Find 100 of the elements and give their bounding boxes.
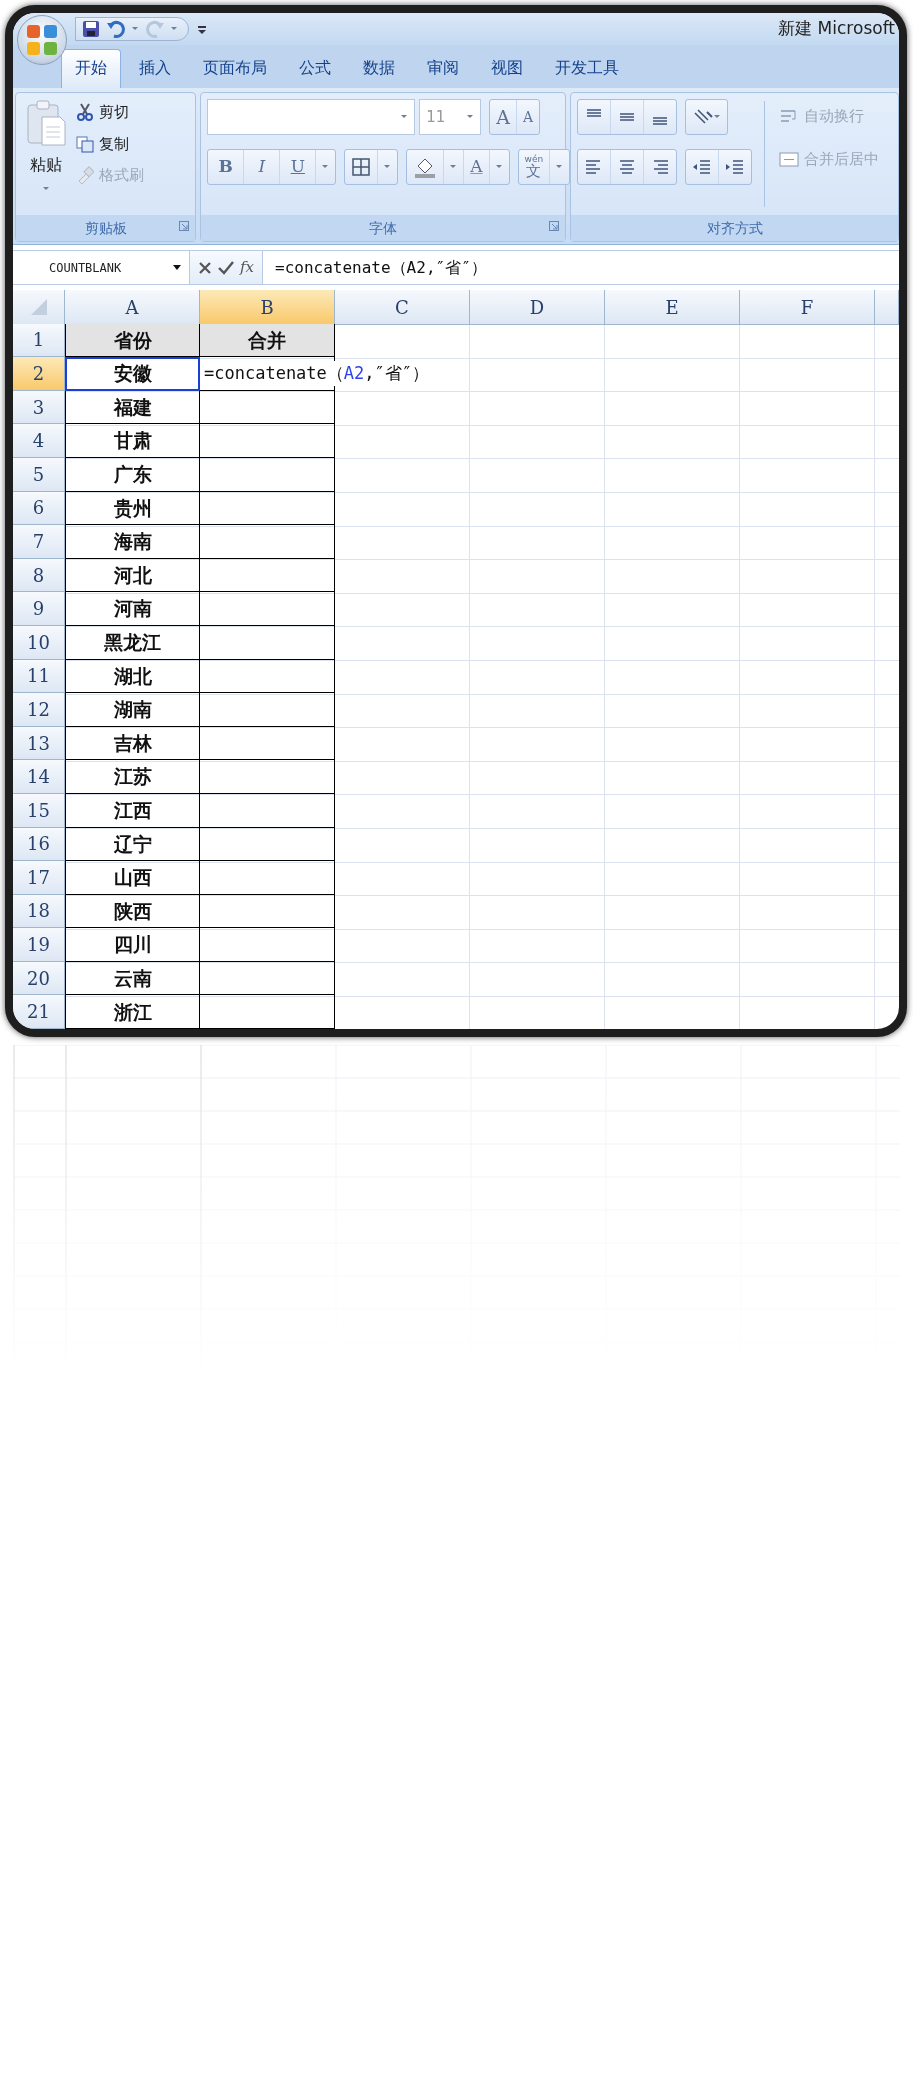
- table-cell: 省份: [65, 323, 200, 358]
- row-header[interactable]: 19: [13, 928, 65, 962]
- caret-icon: [556, 165, 564, 169]
- shrink-font-button[interactable]: A: [517, 100, 540, 134]
- table-cell: 辽宁: [65, 827, 200, 862]
- table-cell: 安徽: [65, 357, 200, 391]
- ribbon-tab[interactable]: 开始: [61, 49, 121, 88]
- fill-color-icon[interactable]: [413, 156, 438, 178]
- row-header[interactable]: 18: [13, 894, 65, 929]
- table-cell: 黑龙江: [65, 625, 200, 660]
- row-header[interactable]: 6: [13, 491, 65, 526]
- merge-cells-icon: [779, 149, 800, 168]
- row-header[interactable]: 17: [13, 861, 65, 895]
- row-header[interactable]: 8: [13, 558, 65, 593]
- column-header[interactable]: [875, 290, 899, 325]
- undo-icon[interactable]: [106, 20, 126, 38]
- table-cell: 福建: [65, 390, 200, 425]
- caret-icon: [450, 165, 458, 169]
- insert-function-button[interactable]: fx: [240, 256, 254, 279]
- row-header[interactable]: 3: [13, 390, 65, 425]
- table-cell: 江西: [65, 793, 200, 828]
- clipboard-icon: [26, 99, 66, 147]
- column-header[interactable]: D: [470, 290, 605, 325]
- caret-icon: [322, 165, 330, 169]
- ribbon-tab[interactable]: 插入: [125, 49, 185, 88]
- ribbon-tab[interactable]: 开发工具: [541, 49, 633, 88]
- row-header[interactable]: 11: [13, 659, 65, 694]
- toolbar-button[interactable]: 剪切: [74, 99, 146, 126]
- row-header[interactable]: 9: [13, 592, 65, 626]
- row-header[interactable]: 16: [13, 827, 65, 862]
- decrease-indent-icon[interactable]: [692, 157, 713, 177]
- underline-button[interactable]: U: [280, 150, 317, 184]
- column-header[interactable]: F: [740, 290, 875, 325]
- caret-icon: [467, 115, 475, 119]
- paste-button[interactable]: 粘贴: [22, 99, 70, 209]
- row-header[interactable]: 2: [13, 357, 65, 391]
- group-label: 字体: [369, 218, 398, 238]
- copy-icon: [76, 134, 94, 153]
- table-cell: 山西: [65, 861, 200, 895]
- table-cell: 甘肃: [65, 424, 200, 458]
- table-cell: 陕西: [65, 894, 200, 929]
- table-cell: 广东: [65, 457, 200, 492]
- caret-icon: [132, 27, 139, 31]
- caret-icon: [171, 27, 178, 31]
- increase-indent-icon[interactable]: [725, 157, 746, 177]
- row-header[interactable]: 21: [13, 995, 65, 1030]
- table-cell: 湖南: [65, 693, 200, 727]
- table-cell: 浙江: [65, 995, 200, 1030]
- caret-icon: [714, 115, 722, 119]
- caret-icon: [42, 187, 50, 191]
- check-icon[interactable]: [218, 260, 234, 275]
- row-header[interactable]: 1: [13, 323, 65, 358]
- column-header[interactable]: C: [335, 290, 470, 325]
- caret-icon: [401, 115, 409, 119]
- cancel-icon[interactable]: [198, 260, 212, 275]
- caret-icon: [495, 165, 503, 169]
- ribbon-tab[interactable]: 视图: [477, 49, 537, 88]
- table-cell: 湖北: [65, 659, 200, 694]
- row-header[interactable]: 14: [13, 760, 65, 794]
- ribbon-tab[interactable]: 审阅: [413, 49, 473, 88]
- row-header[interactable]: 4: [13, 424, 65, 458]
- dialog-launcher-icon[interactable]: [179, 221, 190, 231]
- table-cell: 海南: [65, 525, 200, 559]
- ribbon-tab[interactable]: 公式: [285, 49, 345, 88]
- row-header[interactable]: 13: [13, 726, 65, 761]
- font-name-field[interactable]: [207, 99, 416, 135]
- table-cell: 河北: [65, 558, 200, 593]
- ribbon-tab[interactable]: 页面布局: [189, 49, 281, 88]
- dropdown-arrow-icon: [173, 265, 181, 270]
- column-header[interactable]: B: [200, 290, 335, 325]
- caret-icon: [384, 165, 392, 169]
- dialog-launcher-icon[interactable]: [549, 221, 560, 231]
- toolbar-button[interactable]: 复制: [74, 130, 146, 157]
- scissors-icon: [76, 103, 94, 122]
- column-header[interactable]: A: [65, 290, 200, 325]
- brush-icon: [76, 166, 94, 185]
- row-header[interactable]: 10: [13, 625, 65, 660]
- office-logo-icon: [25, 23, 59, 57]
- grow-font-button[interactable]: A: [490, 100, 518, 134]
- bold-button[interactable]: B: [208, 150, 245, 184]
- italic-button[interactable]: I: [244, 150, 281, 184]
- table-cell: 江苏: [65, 760, 200, 794]
- row-header[interactable]: 20: [13, 961, 65, 996]
- table-cell: 云南: [65, 961, 200, 996]
- formula-text: =concatenate（A2,″省″）: [274, 256, 487, 279]
- ribbon-tab[interactable]: 数据: [349, 49, 409, 88]
- table-cell: 吉林: [65, 726, 200, 761]
- customize-icon[interactable]: [197, 24, 207, 35]
- group-label: 剪贴板: [84, 218, 127, 238]
- row-header[interactable]: 12: [13, 693, 65, 727]
- window-title: 新建 Microsoft: [778, 17, 896, 41]
- row-header[interactable]: 7: [13, 525, 65, 559]
- name-box[interactable]: COUNTBLANK: [13, 251, 189, 284]
- column-header[interactable]: E: [605, 290, 740, 325]
- row-header[interactable]: 15: [13, 793, 65, 828]
- row-header[interactable]: 5: [13, 457, 65, 492]
- group-label: 对齐方式: [706, 218, 763, 238]
- borders-icon[interactable]: [351, 157, 372, 177]
- save-icon[interactable]: [82, 20, 100, 38]
- table-cell: 合并: [200, 323, 335, 358]
